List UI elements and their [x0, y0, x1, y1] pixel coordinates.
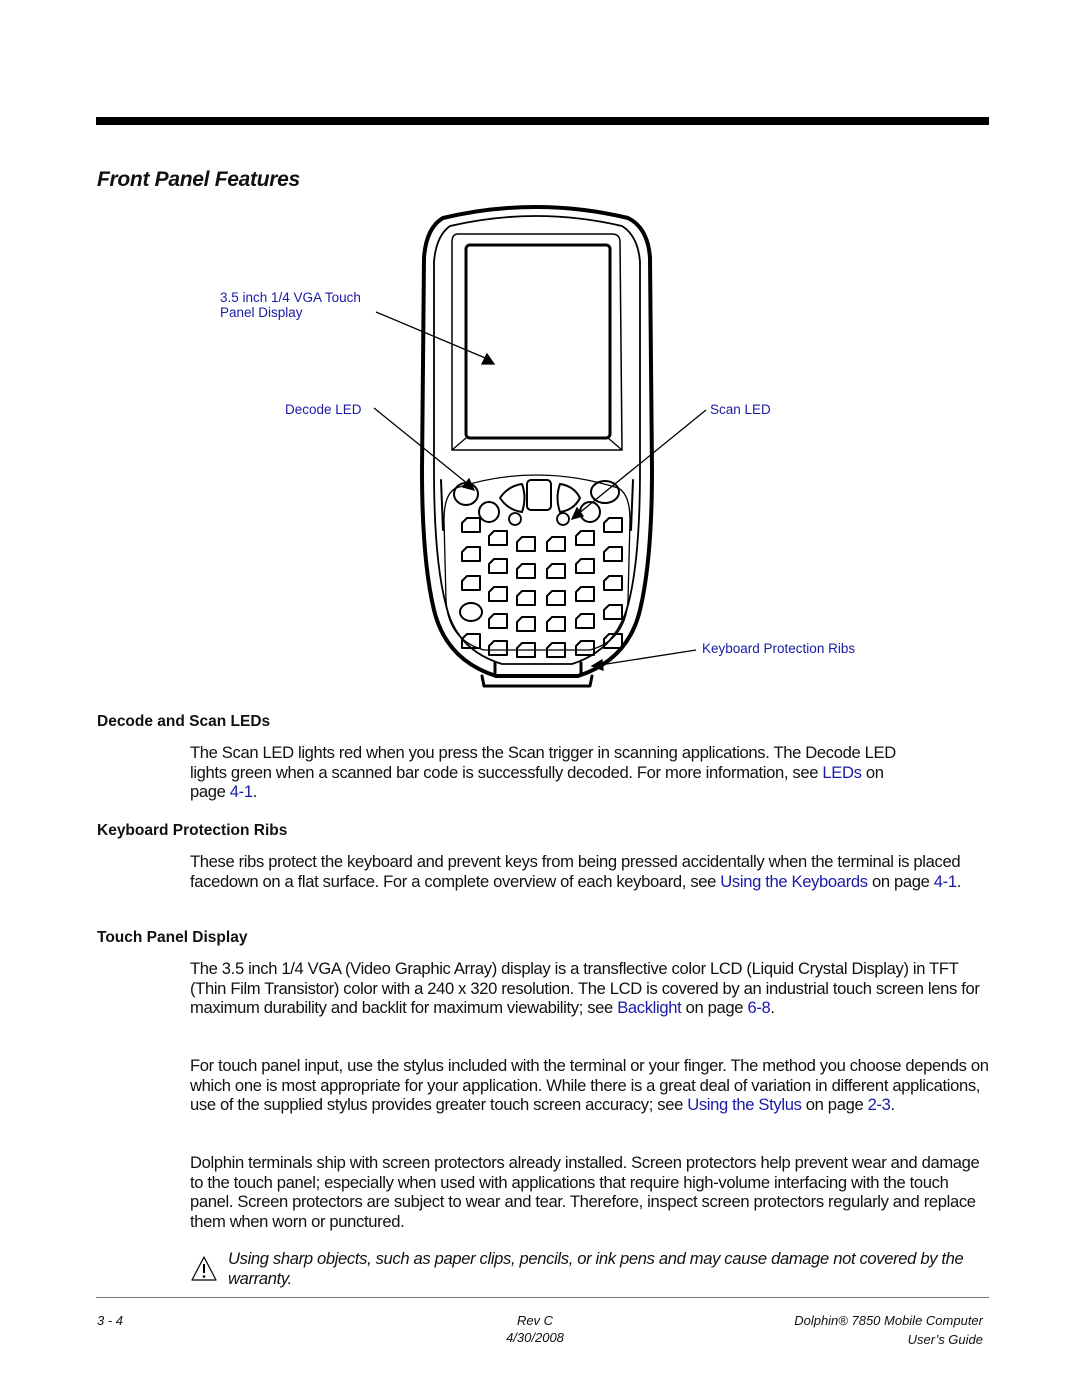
- keypad-key: [488, 613, 508, 629]
- footer-product: Dolphin® 7850 Mobile Computer User’s Gui…: [794, 1313, 983, 1347]
- caution-text: Using sharp objects, such as paper clips…: [228, 1249, 964, 1288]
- keypad-key: [516, 536, 536, 552]
- link-page-6-8[interactable]: 6-8: [747, 998, 770, 1017]
- device-inner-body: [433, 215, 641, 665]
- link-page-4-1[interactable]: 4-1: [230, 782, 253, 801]
- keypad-key: [603, 517, 623, 533]
- keypad-panel: [443, 474, 631, 651]
- callout-display: 3.5 inch 1/4 VGA Touch Panel Display: [220, 290, 361, 320]
- keypad-key: [461, 633, 481, 649]
- callout-decode-led: Decode LED: [285, 402, 362, 417]
- link-page-2-3[interactable]: 2-3: [868, 1095, 891, 1114]
- keypad-key: [575, 640, 595, 656]
- keypad-key: [461, 517, 481, 533]
- link-backlight[interactable]: Backlight: [617, 998, 682, 1017]
- callout-scan-led: Scan LED: [710, 402, 771, 417]
- keypad-key: [461, 546, 481, 562]
- keypad-key: [546, 616, 566, 632]
- footer-page-number: 3 - 4: [97, 1313, 124, 1328]
- paragraph-leds: The Scan LED lights red when you press t…: [190, 743, 896, 801]
- link-using-the-stylus[interactable]: Using the Stylus: [687, 1095, 802, 1114]
- heading-keyboard-protection-ribs: Keyboard Protection Ribs: [97, 822, 288, 839]
- keypad-key: [546, 590, 566, 606]
- keypad-key: [488, 530, 508, 546]
- link-leds[interactable]: LEDs: [822, 763, 862, 782]
- link-using-the-keyboards[interactable]: Using the Keyboards: [720, 872, 868, 891]
- fn-key-right: [579, 501, 601, 523]
- keypad-key: [575, 558, 595, 574]
- heading-decode-scan-leds: Decode and Scan LEDs: [97, 713, 271, 730]
- keypad-key: [461, 575, 481, 591]
- nav-left-key: [499, 483, 526, 513]
- nav-center-key: [526, 479, 552, 511]
- device-foot: [480, 674, 594, 688]
- keypad-key: [516, 616, 536, 632]
- heading-touch-panel-display: Touch Panel Display: [97, 929, 248, 946]
- keypad-key: [488, 558, 508, 574]
- keypad-key: [603, 575, 623, 591]
- keypad-key: [488, 640, 508, 656]
- keypad-key: [575, 530, 595, 546]
- footer-rule: [96, 1297, 989, 1298]
- paragraph-screen-protectors: Dolphin terminals ship with screen prote…: [190, 1153, 980, 1231]
- keypad-key: [575, 613, 595, 629]
- paragraph-stylus: For touch panel input, use the stylus in…: [190, 1056, 989, 1114]
- keypad-key: [546, 563, 566, 579]
- scan-led: [556, 512, 570, 526]
- paragraph-ribs: These ribs protect the keyboard and prev…: [190, 852, 961, 891]
- header-rule: [96, 117, 989, 125]
- phone-key-left: [453, 482, 479, 506]
- device-front-panel-figure: [373, 205, 707, 688]
- phone-key-right: [590, 480, 620, 504]
- footer-revision: Rev C 4/30/2008: [506, 1313, 564, 1345]
- paragraph-display: The 3.5 inch 1/4 VGA (Video Graphic Arra…: [190, 959, 980, 1017]
- keypad-key: [546, 536, 566, 552]
- keypad-key: [603, 546, 623, 562]
- keypad-key: [603, 633, 623, 649]
- keypad-key-oval: [459, 602, 483, 622]
- nav-right-key: [556, 483, 581, 513]
- warning-triangle-icon: [191, 1256, 217, 1281]
- keypad-key: [603, 604, 623, 620]
- keypad-key: [516, 590, 536, 606]
- keypad-key: [488, 586, 508, 602]
- display-bezel: [451, 233, 623, 451]
- device-outer-body: [420, 205, 654, 678]
- keypad-key: [546, 642, 566, 658]
- page-title: Front Panel Features: [97, 168, 300, 191]
- keypad-key: [575, 586, 595, 602]
- fn-key-left: [478, 501, 500, 523]
- decode-led: [508, 512, 522, 526]
- keypad-key: [516, 642, 536, 658]
- link-page-4-1-keyboards[interactable]: 4-1: [934, 872, 957, 891]
- touch-display: [464, 243, 612, 440]
- callout-keyboard-ribs: Keyboard Protection Ribs: [702, 641, 856, 656]
- keypad-key: [516, 563, 536, 579]
